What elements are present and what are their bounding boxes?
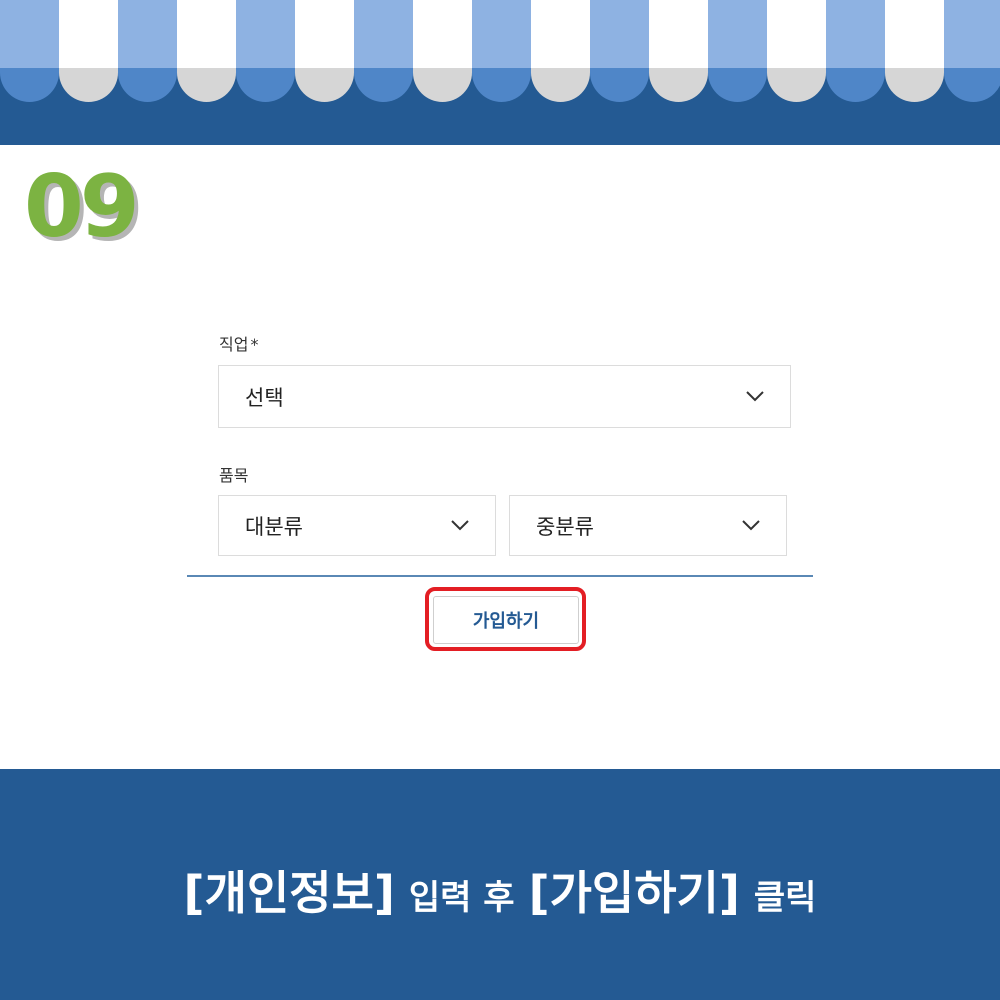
awning-stripe <box>59 0 118 102</box>
chevron-down-icon <box>451 520 469 531</box>
awning-stripe <box>944 0 1000 102</box>
awning-stripe <box>236 0 295 102</box>
category-major-select[interactable]: 대분류 <box>218 495 496 556</box>
job-select-value: 선택 <box>245 385 284 410</box>
awning-stripe <box>590 0 649 102</box>
job-select[interactable]: 선택 <box>218 365 791 428</box>
chevron-down-icon <box>746 391 764 402</box>
job-label: 직업 * <box>219 331 258 355</box>
awning-stripe <box>177 0 236 102</box>
instruction-text: [개인정보] 입력 후 [가입하기] 클릭 <box>184 857 817 923</box>
instruction-part-1: [개인정보] <box>183 865 395 920</box>
instruction-part-4: 클릭 <box>753 877 817 918</box>
awning-stripe <box>118 0 177 102</box>
awning-stripe <box>649 0 708 102</box>
awning-stripe <box>708 0 767 102</box>
awning-stripe <box>413 0 472 102</box>
awning-stripe <box>354 0 413 102</box>
awning-stripe <box>295 0 354 102</box>
awning-stripe <box>0 0 59 102</box>
category-middle-value: 중분류 <box>536 514 594 539</box>
job-label-text: 직업 <box>219 335 249 354</box>
category-middle-select[interactable]: 중분류 <box>509 495 787 556</box>
required-mark: * <box>250 335 259 354</box>
items-label: 품목 <box>219 466 249 485</box>
chevron-down-icon <box>742 520 760 531</box>
awning-header <box>0 0 1000 145</box>
instruction-part-3: [가입하기] <box>528 865 740 920</box>
awning-stripe <box>531 0 590 102</box>
category-major-value: 대분류 <box>245 514 303 539</box>
awning-stripe <box>767 0 826 102</box>
instruction-banner: [개인정보] 입력 후 [가입하기] 클릭 <box>0 769 1000 1000</box>
awning-stripe <box>826 0 885 102</box>
awning-stripe <box>472 0 531 102</box>
step-number: 09 <box>24 157 140 257</box>
form-divider <box>187 575 813 577</box>
instruction-part-2: 입력 후 <box>408 877 515 918</box>
join-button[interactable]: 가입하기 <box>433 596 579 644</box>
awning-stripe <box>885 0 944 102</box>
